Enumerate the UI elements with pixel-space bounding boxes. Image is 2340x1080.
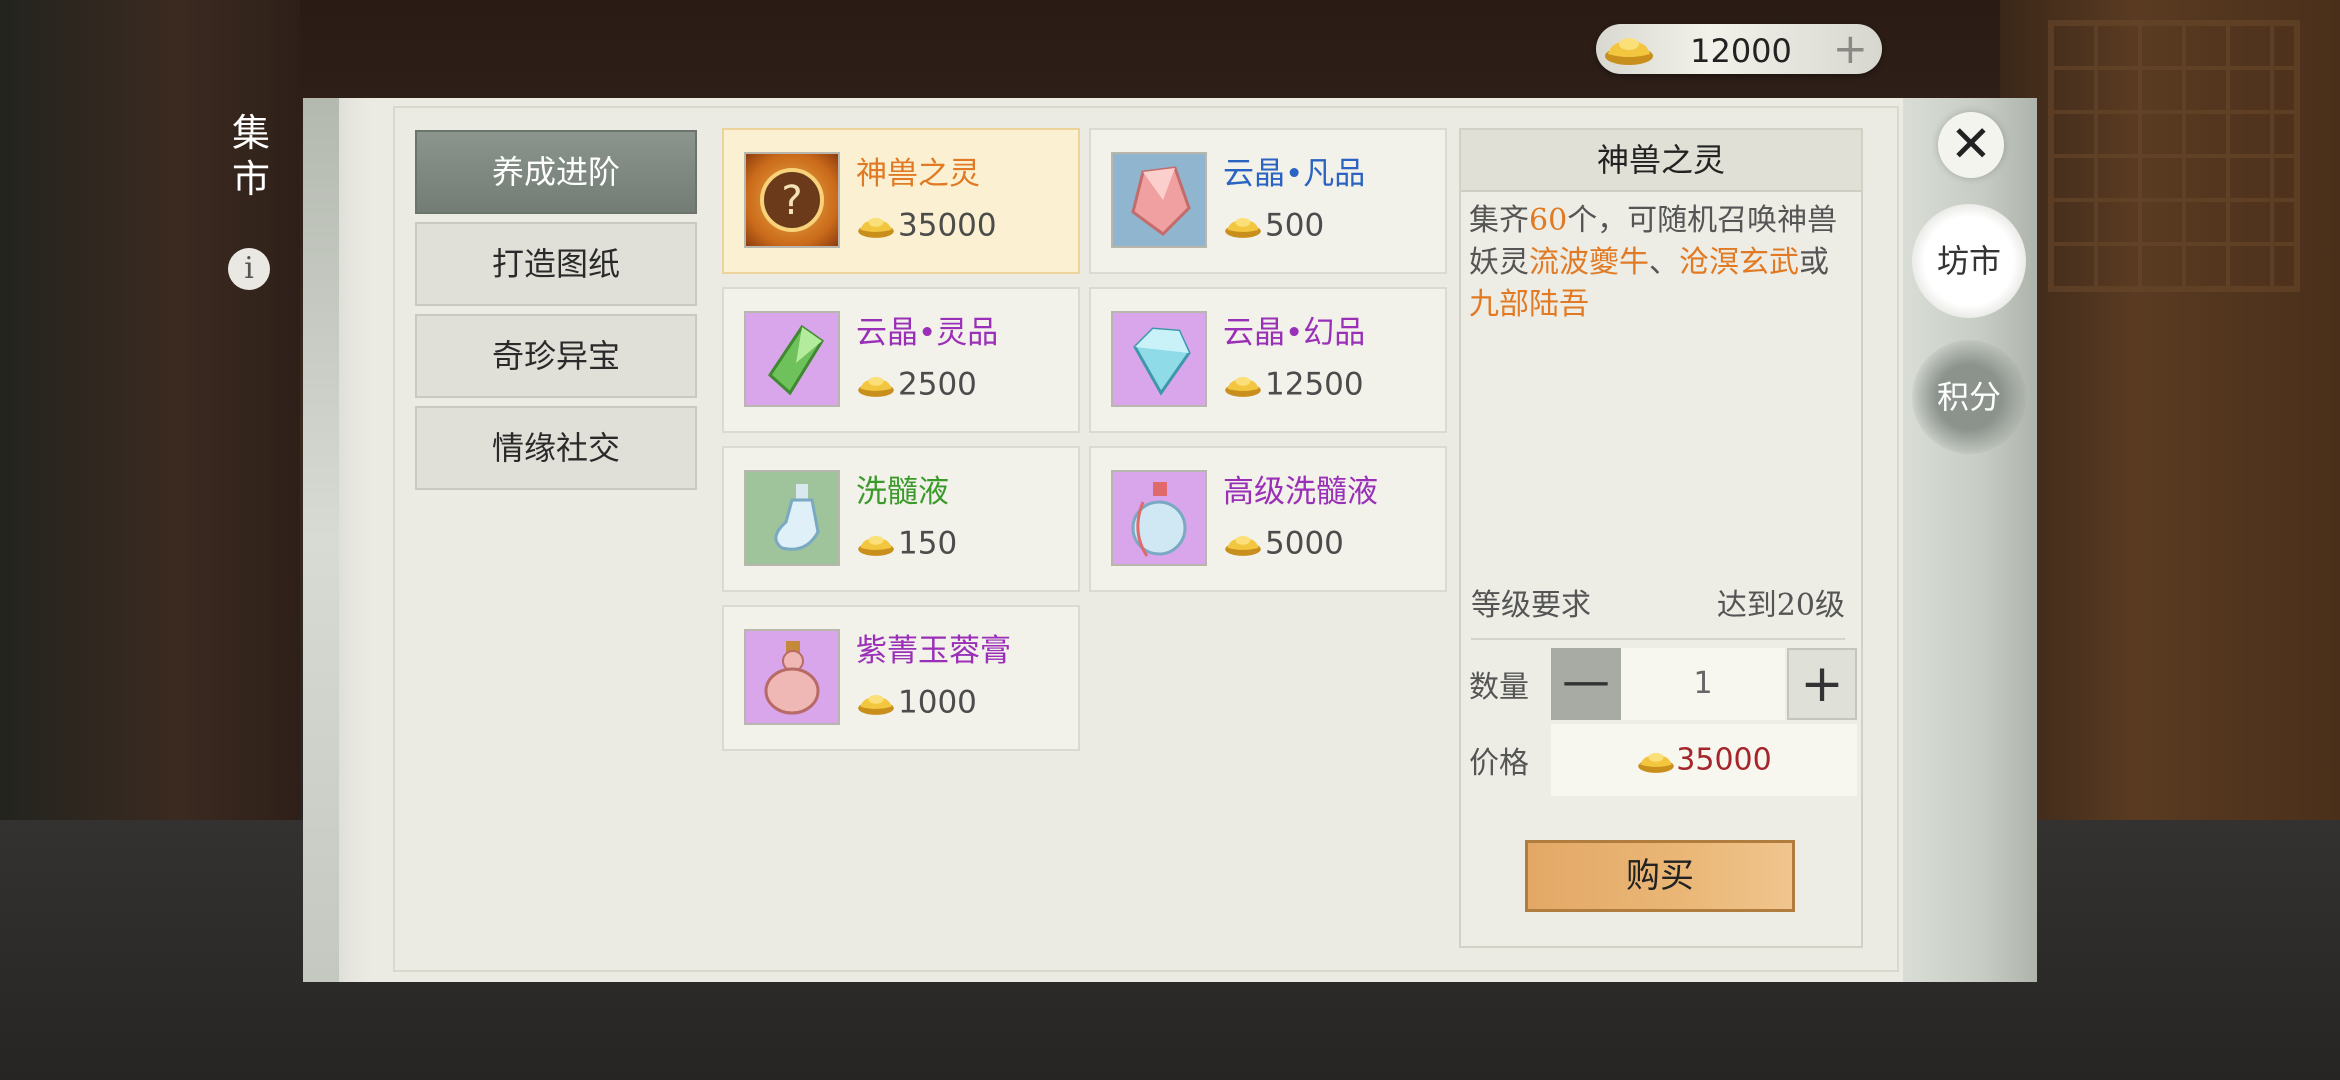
scroll-decoration	[303, 98, 373, 982]
gold-ingot-icon	[1638, 752, 1675, 773]
item-card-advanced-marrow-liquid[interactable]: 高级洗髓液 5000	[1089, 446, 1447, 592]
blue-crystal-icon	[1111, 311, 1207, 407]
currency-amount: 12000	[1690, 32, 1792, 70]
pink-crystal-icon	[1111, 152, 1207, 248]
gourd-bottle-icon	[744, 629, 840, 725]
item-price: 2500	[856, 365, 977, 403]
gold-ingot-icon	[1225, 217, 1261, 238]
gold-ingot-icon	[1225, 535, 1261, 556]
item-card-crystal-common[interactable]: 云晶•凡品 500	[1089, 128, 1447, 274]
level-requirement-label: 等级要求	[1471, 588, 1591, 623]
detail-title: 神兽之灵	[1461, 130, 1861, 192]
divider	[1471, 638, 1845, 640]
item-card-crystal-spirit[interactable]: 云晶•灵品 2500	[722, 287, 1080, 433]
price-label: 价格	[1469, 746, 1529, 781]
item-card-jade-ointment[interactable]: 紫菁玉蓉膏 1000	[722, 605, 1080, 751]
beast-spirit-icon: ?	[744, 152, 840, 248]
gold-ingot-icon	[858, 217, 894, 238]
background-window-lattice	[2048, 20, 2300, 292]
item-name: 紫菁玉蓉膏	[856, 633, 1011, 669]
add-currency-button[interactable]: +	[1833, 26, 1868, 72]
level-requirement-value: 达到20级	[1716, 588, 1845, 623]
item-card-crystal-illusion[interactable]: 云晶•幻品 12500	[1089, 287, 1447, 433]
increase-quantity-button[interactable]: +	[1787, 648, 1857, 720]
total-price: 35000	[1551, 724, 1857, 796]
svg-text:?: ?	[781, 178, 802, 224]
tab-bazaar[interactable]: 坊市	[1912, 204, 2026, 318]
green-crystal-icon	[744, 311, 840, 407]
item-price: 500	[1223, 206, 1324, 244]
gold-ingot-icon	[1605, 38, 1653, 65]
tab-points[interactable]: 积分	[1912, 340, 2026, 454]
item-detail-pane: 神兽之灵 集齐60个，可随机召唤神兽妖灵流波夔牛、沧溟玄武或九部陆吾 等级要求 …	[1459, 128, 1863, 948]
info-icon[interactable]: i	[228, 248, 270, 290]
item-name: 云晶•灵品	[856, 315, 999, 351]
item-card-beast-spirit[interactable]: ? 神兽之灵 35000	[722, 128, 1080, 274]
category-tab-blueprints[interactable]: 打造图纸	[415, 222, 697, 306]
item-name: 洗髓液	[856, 474, 949, 510]
category-tab-social[interactable]: 情缘社交	[415, 406, 697, 490]
market-title: 集市	[231, 111, 270, 201]
gold-ingot-icon	[858, 376, 894, 397]
item-price: 1000	[856, 683, 977, 721]
item-price: 150	[856, 524, 957, 562]
item-name: 云晶•幻品	[1223, 315, 1366, 351]
gold-ingot-icon	[858, 535, 894, 556]
buy-button[interactable]: 购买	[1525, 840, 1795, 912]
detail-description: 集齐60个，可随机召唤神兽妖灵流波夔牛、沧溟玄武或九部陆吾	[1469, 203, 1838, 322]
quantity-value[interactable]: 1	[1621, 648, 1785, 720]
item-name: 高级洗髓液	[1223, 474, 1378, 510]
item-price: 12500	[1223, 365, 1364, 403]
decrease-quantity-button[interactable]: —	[1551, 648, 1621, 720]
quantity-label: 数量	[1469, 670, 1529, 705]
currency-bar: 12000 +	[1596, 24, 1882, 74]
round-bottle-icon	[1111, 470, 1207, 566]
category-tab-cultivation[interactable]: 养成进阶	[415, 130, 697, 214]
quantity-stepper: — 1 +	[1551, 648, 1857, 720]
item-price: 35000	[856, 206, 997, 244]
item-price: 5000	[1223, 524, 1344, 562]
item-name: 云晶•凡品	[1223, 156, 1366, 192]
item-name: 神兽之灵	[856, 156, 980, 192]
bottle-icon	[744, 470, 840, 566]
gold-ingot-icon	[1225, 376, 1261, 397]
level-requirement: 等级要求 达到20级	[1471, 580, 1845, 624]
close-icon[interactable]: ✕	[1938, 112, 2004, 178]
category-tab-treasures[interactable]: 奇珍异宝	[415, 314, 697, 398]
item-card-marrow-liquid[interactable]: 洗髓液 150	[722, 446, 1080, 592]
gold-ingot-icon	[858, 694, 894, 715]
